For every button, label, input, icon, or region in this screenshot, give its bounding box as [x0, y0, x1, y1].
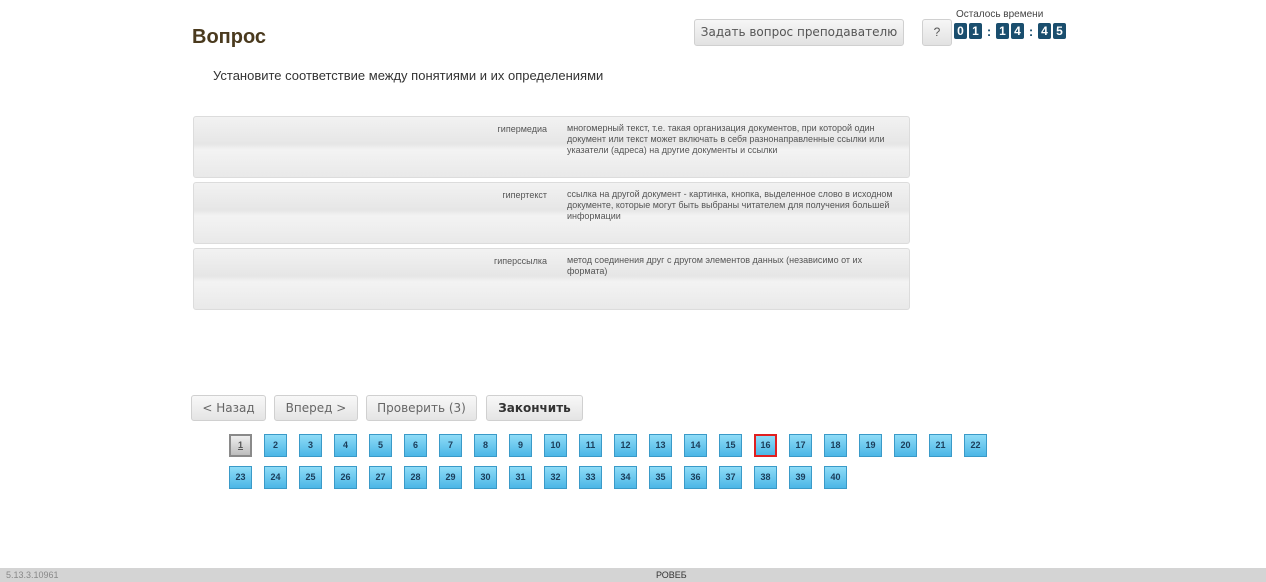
question-number-button[interactable]: 21 — [929, 434, 952, 457]
question-number-button[interactable]: 38 — [754, 466, 777, 489]
question-number-button[interactable]: 2 — [264, 434, 287, 457]
question-number-button[interactable]: 8 — [474, 434, 497, 457]
question-number-button[interactable]: 11 — [579, 434, 602, 457]
back-button[interactable]: < Назад — [191, 395, 266, 421]
match-definition[interactable]: многомерный текст, т.е. такая организаци… — [567, 123, 903, 156]
question-number-button[interactable]: 32 — [544, 466, 567, 489]
question-number-button[interactable]: 24 — [264, 466, 287, 489]
question-number-button[interactable]: 39 — [789, 466, 812, 489]
match-definition[interactable]: ссылка на другой документ - картинка, кн… — [567, 189, 903, 222]
ask-teacher-button[interactable]: Задать вопрос преподавателю — [694, 19, 904, 46]
question-number-button[interactable]: 13 — [649, 434, 672, 457]
finish-button[interactable]: Закончить — [486, 395, 583, 421]
check-button[interactable]: Проверить (3) — [366, 395, 477, 421]
question-number-button[interactable]: 31 — [509, 466, 532, 489]
question-number-button[interactable]: 33 — [579, 466, 602, 489]
question-number-button[interactable]: 19 — [859, 434, 882, 457]
status-bar: 5.13.3.10961 РОВЕБ — [0, 568, 1266, 582]
match-definition[interactable]: метод соединения друг с другом элементов… — [567, 255, 903, 277]
question-number-button[interactable]: 14 — [684, 434, 707, 457]
question-number-button[interactable]: 18 — [824, 434, 847, 457]
question-number-button[interactable]: 37 — [719, 466, 742, 489]
match-term[interactable]: гипермедиа — [498, 124, 547, 134]
version-label: 5.13.3.10961 — [6, 570, 59, 580]
question-number-button[interactable]: 15 — [719, 434, 742, 457]
timer-digit: 1 — [996, 23, 1009, 39]
question-number-button[interactable]: 16 — [754, 434, 777, 457]
forward-button[interactable]: Вперед > — [274, 395, 358, 421]
question-number-button[interactable]: 5 — [369, 434, 392, 457]
match-term[interactable]: гипертекст — [502, 190, 547, 200]
help-button[interactable]: ? — [922, 19, 952, 46]
question-number-button[interactable]: 3 — [299, 434, 322, 457]
question-text: Установите соответствие между понятиями … — [213, 68, 604, 83]
match-pair-row[interactable]: гипермедиа многомерный текст, т.е. такая… — [193, 116, 910, 178]
page-title: Вопрос — [192, 26, 267, 48]
question-number-button[interactable]: 25 — [299, 466, 322, 489]
timer-digit: 5 — [1053, 23, 1066, 39]
question-number-button[interactable]: 4 — [334, 434, 357, 457]
timer-digit: 4 — [1038, 23, 1051, 39]
timer-digit: 0 — [954, 23, 967, 39]
question-number-button[interactable]: 29 — [439, 466, 462, 489]
timer-digit: 1 — [969, 23, 982, 39]
timer-label: Осталось времени — [956, 9, 1044, 20]
timer-separator: : — [1028, 23, 1034, 39]
question-number-button[interactable]: 28 — [404, 466, 427, 489]
question-number-button[interactable]: 26 — [334, 466, 357, 489]
question-number-button[interactable]: 30 — [474, 466, 497, 489]
question-number-button[interactable]: 10 — [544, 434, 567, 457]
question-number-button[interactable]: 12 — [614, 434, 637, 457]
match-term[interactable]: гиперссылка — [494, 256, 547, 266]
question-number-button[interactable]: 36 — [684, 466, 707, 489]
question-number-button[interactable]: 22 — [964, 434, 987, 457]
question-number-button[interactable]: 27 — [369, 466, 392, 489]
question-number-button[interactable]: 9 — [509, 434, 532, 457]
timer-digit: 4 — [1011, 23, 1024, 39]
question-number-button[interactable]: 23 — [229, 466, 252, 489]
countdown-timer: 0 1 : 1 4 : 4 5 — [954, 23, 1068, 39]
question-number-button[interactable]: 6 — [404, 434, 427, 457]
question-number-button[interactable]: 7 — [439, 434, 462, 457]
question-number-button[interactable]: 17 — [789, 434, 812, 457]
question-number-button[interactable]: 35 — [649, 466, 672, 489]
footer-title: РОВЕБ — [656, 570, 687, 580]
question-number-button[interactable]: 1 — [229, 434, 252, 457]
question-number-button[interactable]: 40 — [824, 466, 847, 489]
question-number-button[interactable]: 34 — [614, 466, 637, 489]
match-pair-row[interactable]: гиперссылка метод соединения друг с друг… — [193, 248, 910, 310]
match-pair-row[interactable]: гипертекст ссылка на другой документ - к… — [193, 182, 910, 244]
timer-separator: : — [986, 23, 992, 39]
question-number-button[interactable]: 20 — [894, 434, 917, 457]
